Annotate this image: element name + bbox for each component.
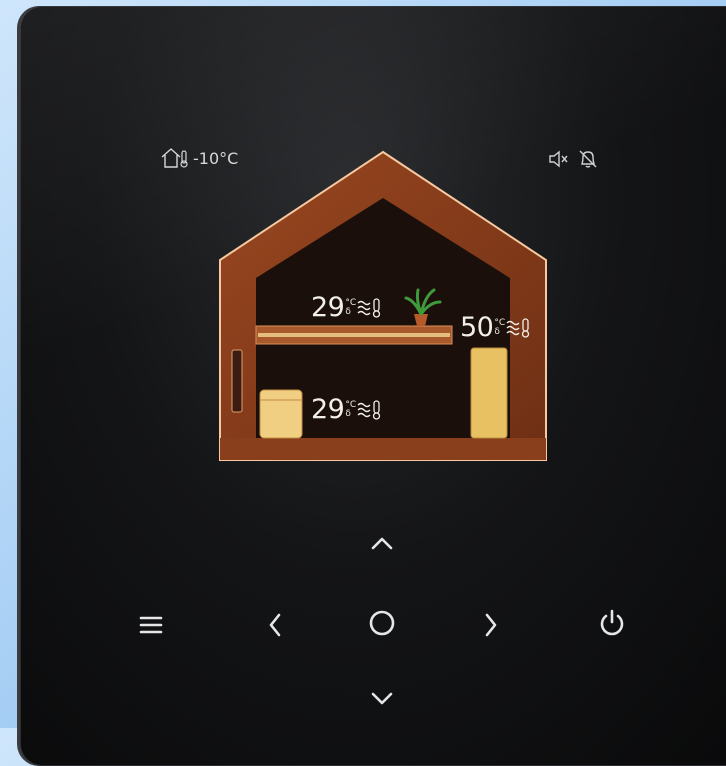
upper-zone-units: °C δ	[345, 297, 357, 317]
house-thermometer-icon	[161, 148, 188, 168]
upper-zone-temp: 29	[311, 292, 345, 323]
upper-zone-reading: 29 °C δ	[311, 292, 383, 323]
up-button[interactable]	[357, 518, 407, 568]
right-button[interactable]	[466, 600, 516, 650]
heating-wave-thermometer-icon	[506, 317, 530, 338]
left-arrow-icon	[269, 613, 281, 637]
menu-icon	[139, 616, 163, 634]
ok-button[interactable]	[357, 598, 407, 648]
right-arrow-icon	[485, 613, 497, 637]
heating-wave-thermometer-icon	[357, 297, 381, 318]
house-diagram: 29 °C δ 50 °C δ 29 °C δ	[218, 150, 548, 462]
hot-water-reading: 50 °C δ	[460, 312, 532, 343]
status-icons	[547, 148, 599, 170]
down-arrow-icon	[371, 692, 393, 705]
hot-water-temp: 50	[460, 312, 494, 343]
lower-zone-units: °C δ	[345, 399, 357, 419]
speaker-muted-icon	[549, 150, 568, 168]
up-arrow-icon	[371, 537, 393, 550]
lower-zone-temp: 29	[311, 394, 345, 425]
power-button[interactable]	[587, 598, 637, 648]
ok-circle-icon	[369, 610, 395, 636]
down-button[interactable]	[357, 674, 407, 724]
left-button[interactable]	[250, 600, 300, 650]
menu-button[interactable]	[126, 600, 176, 650]
heating-wave-thermometer-icon	[357, 399, 381, 420]
alarm-bell-off-icon	[579, 150, 597, 168]
power-icon	[600, 609, 624, 636]
lower-zone-reading: 29 °C δ	[311, 394, 383, 425]
hot-water-units: °C δ	[494, 317, 506, 337]
